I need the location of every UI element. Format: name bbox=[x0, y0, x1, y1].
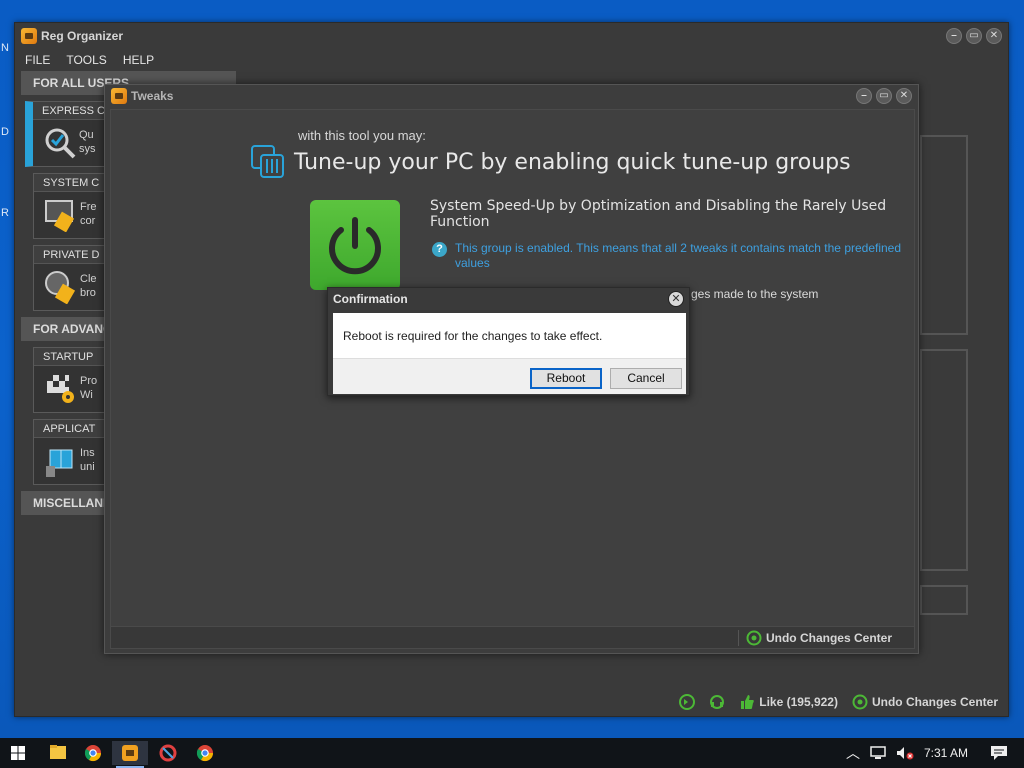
support-headset-icon[interactable] bbox=[709, 694, 725, 710]
dialog-close-button[interactable]: ✕ bbox=[668, 291, 684, 307]
chrome-icon bbox=[196, 745, 214, 762]
card-desc: sys bbox=[79, 143, 96, 155]
box-trash-icon bbox=[46, 449, 73, 477]
dialog-button-bar: Reboot Cancel bbox=[333, 358, 686, 394]
group-power-toggle[interactable] bbox=[310, 200, 400, 290]
tweaks-titlebar[interactable]: Tweaks – ▭ ✕ bbox=[105, 85, 918, 107]
taskbar-app-red[interactable] bbox=[150, 741, 186, 765]
card-desc: bro bbox=[80, 287, 96, 299]
sound-icon[interactable] bbox=[679, 694, 696, 710]
card-desc: Pro bbox=[80, 375, 98, 387]
group-status-link[interactable]: This group is enabled. This means that a… bbox=[455, 241, 915, 271]
dialog-title: Confirmation bbox=[333, 292, 408, 306]
tweaks-window-title: Tweaks bbox=[131, 89, 174, 103]
dialog-titlebar[interactable]: Confirmation ✕ bbox=[328, 288, 689, 312]
desktop-icon-label: D bbox=[1, 126, 9, 138]
chevron-up-icon[interactable]: ︿ bbox=[846, 743, 860, 763]
desktop-icon-label: N bbox=[1, 42, 9, 54]
undo-changes-center-link[interactable]: Undo Changes Center bbox=[746, 630, 892, 646]
card-desc: Qu bbox=[79, 129, 94, 141]
menu-tools[interactable]: TOOLS bbox=[66, 53, 106, 67]
like-button[interactable]: Like (195,922) bbox=[739, 694, 838, 710]
like-count: Like (195,922) bbox=[759, 695, 838, 709]
minimize-button[interactable]: – bbox=[856, 88, 872, 104]
undo-label: Undo Changes Center bbox=[765, 631, 892, 645]
cancel-button[interactable]: Cancel bbox=[610, 368, 682, 389]
system-tray: ︿ 7:31 AM bbox=[846, 738, 1024, 768]
tweaks-subtitle: with this tool you may: bbox=[298, 128, 426, 143]
undo-changes-center-link[interactable]: Undo Changes Center bbox=[852, 694, 998, 710]
group-title: System Speed-Up by Optimization and Disa… bbox=[430, 198, 887, 230]
undo-label: Undo Changes Center bbox=[871, 695, 998, 709]
app-swirl-icon bbox=[159, 744, 177, 762]
reg-organizer-logo-icon bbox=[21, 28, 37, 44]
maximize-button[interactable]: ▭ bbox=[876, 88, 892, 104]
magnifier-check-icon bbox=[45, 128, 76, 159]
taskbar-chrome[interactable] bbox=[75, 741, 111, 765]
tweaks-footer: Undo Changes Center bbox=[111, 626, 914, 648]
clock[interactable]: 7:31 AM bbox=[924, 746, 968, 760]
chrome-icon bbox=[84, 745, 102, 762]
content-panel-bottom bbox=[920, 585, 968, 615]
status-bar: Like (195,922) Undo Changes Center bbox=[679, 694, 998, 710]
undo-circle-icon bbox=[746, 630, 762, 646]
windows-start-icon[interactable] bbox=[0, 738, 36, 768]
card-desc: Cle bbox=[80, 273, 97, 285]
close-button[interactable]: ✕ bbox=[986, 28, 1002, 44]
folder-icon bbox=[50, 745, 66, 759]
network-icon[interactable] bbox=[870, 746, 886, 760]
tune-up-groups-icon bbox=[251, 145, 284, 178]
card-desc: Wi bbox=[80, 389, 93, 401]
taskbar: ︿ 7:31 AM bbox=[0, 738, 1024, 768]
globe-broom-icon bbox=[45, 271, 76, 304]
maximize-button[interactable]: ▭ bbox=[966, 28, 982, 44]
menu-file[interactable]: FILE bbox=[25, 53, 50, 67]
card-desc: uni bbox=[80, 461, 95, 473]
taskbar-chrome-2[interactable] bbox=[187, 741, 223, 765]
checkered-flag-gear-icon bbox=[47, 375, 74, 403]
power-icon bbox=[329, 217, 381, 275]
monitor-broom-icon bbox=[45, 200, 75, 232]
dialog-message: Reboot is required for the changes to ta… bbox=[333, 313, 686, 358]
card-desc: cor bbox=[80, 215, 96, 227]
menu-bar: FILE TOOLS HELP bbox=[15, 49, 1008, 71]
content-panel-top bbox=[920, 135, 968, 335]
footer-divider bbox=[738, 630, 739, 646]
minimize-button[interactable]: – bbox=[946, 28, 962, 44]
main-window-title: Reg Organizer bbox=[41, 29, 124, 43]
volume-muted-icon[interactable] bbox=[896, 746, 914, 760]
thumbs-up-icon bbox=[741, 695, 755, 709]
taskbar-reg-organizer[interactable] bbox=[112, 741, 148, 768]
content-panel-middle bbox=[920, 349, 968, 571]
card-desc: Ins bbox=[80, 447, 95, 459]
card-desc: Fre bbox=[80, 201, 97, 213]
reboot-button[interactable]: Reboot bbox=[530, 368, 602, 389]
notifications-icon[interactable] bbox=[990, 745, 1008, 761]
page-title: Tune-up your PC by enabling quick tune-u… bbox=[294, 150, 851, 175]
menu-help[interactable]: HELP bbox=[123, 53, 154, 67]
question-icon: ? bbox=[432, 242, 447, 257]
confirmation-dialog: Confirmation ✕ Reboot is required for th… bbox=[327, 287, 690, 396]
main-titlebar[interactable]: Reg Organizer – ▭ ✕ bbox=[15, 23, 1008, 49]
undo-circle-icon bbox=[852, 694, 868, 710]
reg-organizer-logo-icon bbox=[111, 88, 127, 104]
taskbar-file-explorer[interactable] bbox=[40, 741, 76, 765]
close-button[interactable]: ✕ bbox=[896, 88, 912, 104]
changes-note: ges made to the system bbox=[691, 287, 819, 301]
reg-organizer-logo-icon bbox=[122, 745, 138, 761]
desktop-icon-label: R bbox=[1, 207, 9, 219]
